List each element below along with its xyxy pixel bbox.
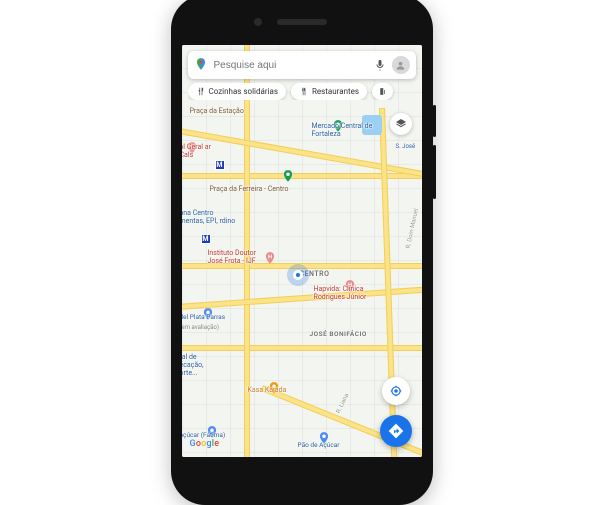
chip-label: Restaurantes: [312, 87, 359, 96]
current-location-dot: [293, 270, 303, 280]
street-label: R. Liana: [334, 392, 350, 414]
poi-label: al Geral ar Cals: [182, 143, 220, 159]
power-button: [433, 105, 436, 137]
search-input[interactable]: [214, 60, 368, 71]
poi-label: açúcar (Fátima): [182, 431, 226, 439]
screen: CENTRO JOSÉ BONIFÁCIO Praça da Estação M…: [182, 45, 422, 457]
district-label: JOSÉ BONIFÁCIO: [310, 330, 367, 338]
svg-text:H: H: [267, 255, 271, 261]
google-attribution: Google: [190, 439, 220, 449]
poi-label: del Plata Parras: [182, 313, 240, 321]
search-bar[interactable]: [188, 51, 416, 79]
my-location-button[interactable]: [382, 377, 410, 405]
directions-icon: [388, 423, 404, 439]
phone-frame: CENTRO JOSÉ BONIFÁCIO Praça da Estação M…: [171, 0, 433, 505]
gas-icon: [378, 87, 387, 96]
directions-fab[interactable]: [380, 415, 412, 447]
poi-label: ral de ecação, orte...: [182, 353, 222, 377]
poi-label: Instituto Doutor José Frota - IJF: [208, 249, 268, 265]
layers-button[interactable]: [390, 113, 412, 135]
layers-icon: [395, 118, 407, 130]
metro-icon[interactable]: M: [215, 160, 225, 170]
poi-label: Pão de Açúcar: [298, 441, 340, 449]
phone-camera: [254, 18, 262, 26]
maps-logo-icon: [194, 56, 208, 75]
poi-label: ana Centro mentas, EPI, rdino: [182, 209, 238, 225]
poi-sublabel: (em avaliação): [182, 324, 219, 331]
poi-label: S. José: [396, 143, 416, 150]
poi-label: Praça da Ferreira - Centro: [210, 185, 289, 193]
chip-restaurantes[interactable]: Restaurantes: [291, 83, 367, 100]
profile-avatar[interactable]: [392, 56, 410, 74]
poi-label: Praça da Estação: [190, 107, 244, 115]
chip-gas[interactable]: [372, 83, 393, 100]
phone-speaker: [277, 19, 327, 25]
poi-label: Mercado Central de Fortaleza: [312, 122, 382, 138]
category-chips: Cozinhas solidárias Restaurantes: [188, 83, 416, 100]
mic-icon[interactable]: [374, 56, 386, 75]
metro-icon[interactable]: M: [201, 234, 211, 244]
volume-button: [433, 145, 436, 199]
crosshair-icon: [389, 384, 403, 398]
poi-label: Kasa Kaiada: [248, 386, 287, 394]
poi-label: Hapvida: Clínica Rodrigues Júnior: [314, 285, 380, 301]
utensils-icon: [196, 87, 205, 96]
chip-label: Cozinhas solidárias: [209, 87, 279, 96]
road: [182, 345, 422, 351]
map-pin-green[interactable]: [281, 169, 295, 183]
chip-cozinhas[interactable]: Cozinhas solidárias: [188, 83, 287, 100]
street-label: R. Dom Manuel: [404, 208, 419, 249]
district-label: CENTRO: [300, 270, 330, 278]
fork-knife-icon: [299, 87, 308, 96]
